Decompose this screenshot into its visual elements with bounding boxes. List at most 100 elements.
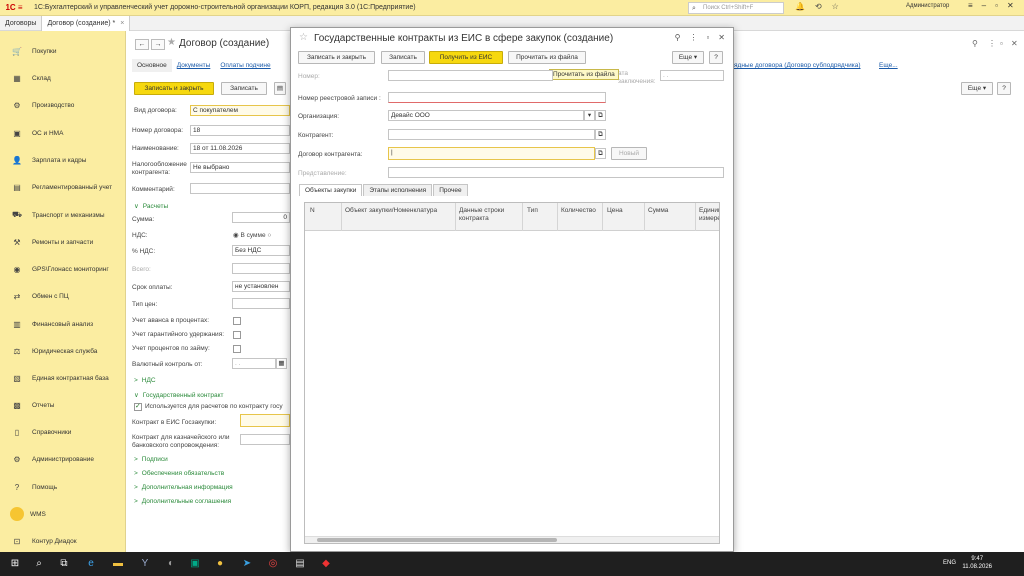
sidebar-item-warehouse[interactable]: ▦ Склад [0,71,126,85]
sidebar-item-repairs[interactable]: ⚒ Ремонты и запчасти [0,235,126,249]
folder-icon[interactable]: ▬ [110,556,126,572]
clock[interactable]: 9:47 11.08.2026 [962,555,992,571]
save-close-button[interactable]: Записать и закрыть [298,51,375,64]
language-indicator[interactable]: ENG [943,560,956,566]
edge-icon[interactable]: e [83,556,99,572]
forward-button[interactable]: → [151,39,165,50]
vid-field[interactable]: С покупателем [190,105,290,116]
sum-field[interactable]: 0 [232,212,290,223]
horizontal-scrollbar[interactable] [305,536,719,543]
help-button[interactable]: ? [997,82,1011,95]
currency-date-field[interactable]: . . [232,358,276,369]
sidebar-item-help[interactable]: ? Помощь [0,480,126,494]
objects-table[interactable]: N Объект закупки/Номенклатура Данные стр… [304,202,720,544]
section-extra-agreements[interactable]: > Дополнительные соглашения [134,498,231,505]
sidebar-item-wms[interactable]: WMS [0,507,126,521]
nds-pct-field[interactable]: Без НДС [232,245,290,256]
search-input[interactable]: ⌕ Поиск Ctrl+Shift+F [688,2,784,14]
sidebar-item-reports[interactable]: ▩ Отчеты [0,398,126,412]
tab-contract-create[interactable]: Договор (создание) * × [42,16,131,31]
sidebar-item-transport[interactable]: ⛟ Транспорт и механизмы [0,208,126,222]
close-icon[interactable]: ✕ [1007,1,1014,10]
reg-number-field[interactable] [388,92,606,103]
telegram-icon[interactable]: ➤ [239,556,255,572]
open-icon[interactable]: ⧉ [595,148,606,159]
col-contract-data[interactable]: Данные строки контракта [459,207,519,223]
sidebar-item-regulated[interactable]: ▤ Регламентированный учет [0,180,126,194]
yandex-icon[interactable]: Y [137,556,153,572]
eis-contract-field[interactable] [240,414,290,427]
tab-documents[interactable]: Документы [172,59,216,72]
related-contracts-link[interactable]: ядные договора (Договор субподрядчика) [734,62,861,69]
maximize-icon[interactable]: ▫ [706,33,709,42]
section-payments[interactable]: ∨ Расчеты [134,202,168,210]
tax-field[interactable]: Не выбрано [190,162,290,173]
sidebar-item-salary[interactable]: 👤 Зарплата и кадры [0,153,126,167]
comment-field[interactable] [190,183,290,194]
back-button[interactable]: ← [135,39,149,50]
sidebar-item-legal[interactable]: ⚖ Юридическая служба [0,344,126,358]
col-quantity[interactable]: Количество [561,207,596,215]
calendar-icon[interactable]: ▦ [276,358,287,369]
nds-radio[interactable]: ◉ В сумме ○ [233,231,271,239]
link-icon[interactable]: ⚲ [972,39,978,48]
col-sum[interactable]: Сумма [648,207,668,215]
pdf-icon[interactable]: ▤ [292,556,308,572]
price-type-field[interactable] [232,298,290,309]
windows-start-icon[interactable]: ⊞ [7,556,23,572]
app-icon[interactable]: ◐ [163,556,179,572]
section-signatures[interactable]: > Подписи [134,456,168,463]
sidebar-item-diadoc[interactable]: ⊡ Контур Диадок [0,534,126,548]
contractor-field[interactable] [388,129,595,140]
sidebar-item-purchases[interactable]: 🛒 Покупки [0,44,126,58]
tab-objects[interactable]: Объекты закупки [299,184,363,196]
chrome-icon[interactable]: ◎ [265,556,281,572]
read-from-file-button[interactable]: Прочитать из файла [508,51,586,64]
user-name[interactable]: Администратор [906,3,949,9]
contract-field[interactable]: | [388,147,595,160]
more-dots-icon[interactable]: ⋮ [689,33,697,42]
sidebar-item-admin[interactable]: ⚙ Администрирование [0,452,126,466]
name-field[interactable]: 18 от 11.08.2026 [190,143,290,154]
new-button[interactable]: Новый [611,147,647,160]
minimize-icon[interactable]: – [982,1,986,10]
more-link[interactable]: Еще... [879,62,898,69]
col-type[interactable]: Тип [527,207,538,215]
advance-checkbox[interactable] [233,317,241,325]
close-icon[interactable]: × [120,20,124,27]
scrollbar-thumb[interactable] [317,538,557,542]
favorite-star-icon[interactable]: ★ [167,37,176,48]
sidebar-item-assets[interactable]: ▣ ОС и НМА [0,126,126,140]
col-price[interactable]: Цена [607,207,623,215]
menu-icon[interactable]: ≡ [968,1,973,10]
section-nds[interactable]: > НДС [134,377,156,384]
search-icon[interactable]: ⌕ [31,556,47,572]
more-button[interactable]: Еще ▾ [672,51,704,64]
save-button[interactable]: Записать [221,82,267,95]
tab-stages[interactable]: Этапы исполнения [363,184,433,196]
document-icon[interactable]: ▤ [274,82,286,95]
col-object[interactable]: Объект закупки/Номенклатура [345,207,437,215]
section-gov-contract[interactable]: ∨ Государственный контракт [134,391,224,399]
col-n[interactable]: N [310,207,315,215]
task-view-icon[interactable]: ⧉ [56,556,72,572]
anydesk-icon[interactable]: ◆ [318,556,334,572]
number-field[interactable]: 18 [190,125,290,136]
tab-other[interactable]: Прочее [433,184,468,196]
get-from-eis-button[interactable]: Получить из ЕИС [429,51,503,64]
history-icon[interactable]: ⟲ [815,2,822,11]
gov-contract-checkbox[interactable] [134,402,142,411]
sidebar-item-exchange[interactable]: ⇄ Обмен с ПЦ [0,289,126,303]
tab-payments[interactable]: Оплаты подчине [215,59,275,72]
tab-main[interactable]: Основное [132,59,172,72]
maximize-icon[interactable]: ▫ [1000,39,1003,48]
term-field[interactable]: не установлен [232,281,290,292]
section-guarantees[interactable]: > Обеспечения обязательств [134,470,224,477]
save-close-button[interactable]: Записать и закрыть [134,82,214,95]
sidebar-item-contract-base[interactable]: ▧ Единая контрактная база [0,371,126,385]
1c-taskbar-icon[interactable]: ● [212,556,228,572]
mail-icon[interactable]: ▣ [187,556,203,572]
organization-field[interactable]: Девайс ООО [388,110,584,121]
maximize-icon[interactable]: ▫ [995,1,998,10]
section-extra-info[interactable]: > Дополнительная информация [134,484,233,491]
